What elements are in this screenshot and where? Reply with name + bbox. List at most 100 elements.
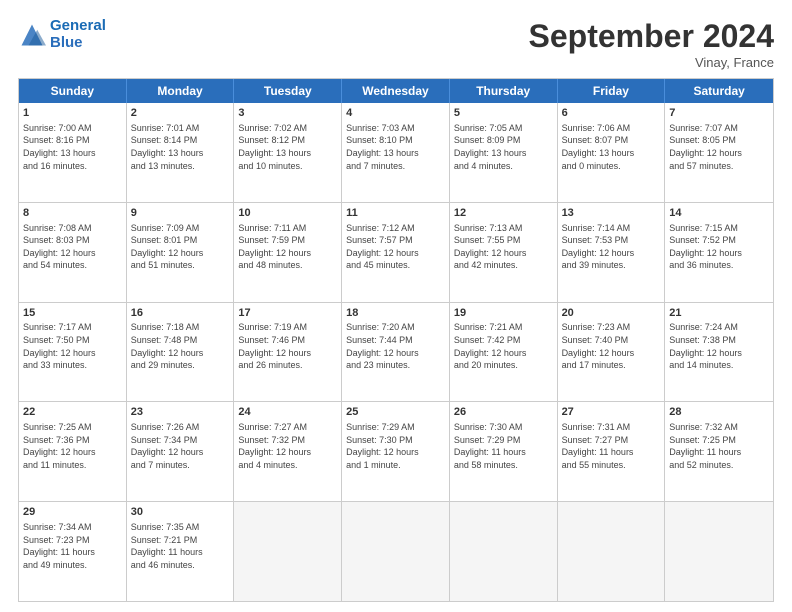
calendar-cell-2-3: 18Sunrise: 7:20 AM Sunset: 7:44 PM Dayli… (342, 303, 450, 402)
cell-info: Sunrise: 7:12 AM Sunset: 7:57 PM Dayligh… (346, 222, 445, 272)
calendar-cell-2-0: 15Sunrise: 7:17 AM Sunset: 7:50 PM Dayli… (19, 303, 127, 402)
calendar-cell-3-1: 23Sunrise: 7:26 AM Sunset: 7:34 PM Dayli… (127, 402, 235, 501)
title-block: September 2024 Vinay, France (529, 18, 774, 70)
calendar-cell-3-6: 28Sunrise: 7:32 AM Sunset: 7:25 PM Dayli… (665, 402, 773, 501)
calendar-cell-3-4: 26Sunrise: 7:30 AM Sunset: 7:29 PM Dayli… (450, 402, 558, 501)
calendar-body: 1Sunrise: 7:00 AM Sunset: 8:16 PM Daylig… (19, 103, 773, 601)
day-number: 7 (669, 106, 769, 121)
logo-line2: Blue (50, 34, 83, 51)
calendar-cell-1-0: 8Sunrise: 7:08 AM Sunset: 8:03 PM Daylig… (19, 203, 127, 302)
calendar-cell-2-5: 20Sunrise: 7:23 AM Sunset: 7:40 PM Dayli… (558, 303, 666, 402)
day-number: 23 (131, 405, 230, 420)
day-number: 24 (238, 405, 337, 420)
day-number: 29 (23, 505, 122, 520)
cell-info: Sunrise: 7:32 AM Sunset: 7:25 PM Dayligh… (669, 421, 769, 471)
day-number: 14 (669, 206, 769, 221)
cell-info: Sunrise: 7:11 AM Sunset: 7:59 PM Dayligh… (238, 222, 337, 272)
cell-info: Sunrise: 7:02 AM Sunset: 8:12 PM Dayligh… (238, 122, 337, 172)
cell-info: Sunrise: 7:00 AM Sunset: 8:16 PM Dayligh… (23, 122, 122, 172)
day-number: 25 (346, 405, 445, 420)
cell-info: Sunrise: 7:14 AM Sunset: 7:53 PM Dayligh… (562, 222, 661, 272)
calendar-cell-0-5: 6Sunrise: 7:06 AM Sunset: 8:07 PM Daylig… (558, 103, 666, 202)
cell-info: Sunrise: 7:31 AM Sunset: 7:27 PM Dayligh… (562, 421, 661, 471)
cell-info: Sunrise: 7:34 AM Sunset: 7:23 PM Dayligh… (23, 521, 122, 571)
day-number: 18 (346, 306, 445, 321)
header-monday: Monday (127, 79, 235, 103)
cell-info: Sunrise: 7:07 AM Sunset: 8:05 PM Dayligh… (669, 122, 769, 172)
header: General Blue September 2024 Vinay, Franc… (18, 18, 774, 70)
header-wednesday: Wednesday (342, 79, 450, 103)
day-number: 5 (454, 106, 553, 121)
cell-info: Sunrise: 7:35 AM Sunset: 7:21 PM Dayligh… (131, 521, 230, 571)
calendar-cell-4-1: 30Sunrise: 7:35 AM Sunset: 7:21 PM Dayli… (127, 502, 235, 601)
calendar-cell-1-3: 11Sunrise: 7:12 AM Sunset: 7:57 PM Dayli… (342, 203, 450, 302)
calendar-cell-3-2: 24Sunrise: 7:27 AM Sunset: 7:32 PM Dayli… (234, 402, 342, 501)
day-number: 12 (454, 206, 553, 221)
calendar-cell-1-2: 10Sunrise: 7:11 AM Sunset: 7:59 PM Dayli… (234, 203, 342, 302)
cell-info: Sunrise: 7:13 AM Sunset: 7:55 PM Dayligh… (454, 222, 553, 272)
calendar-cell-3-5: 27Sunrise: 7:31 AM Sunset: 7:27 PM Dayli… (558, 402, 666, 501)
calendar-cell-0-1: 2Sunrise: 7:01 AM Sunset: 8:14 PM Daylig… (127, 103, 235, 202)
calendar-cell-2-6: 21Sunrise: 7:24 AM Sunset: 7:38 PM Dayli… (665, 303, 773, 402)
cell-info: Sunrise: 7:17 AM Sunset: 7:50 PM Dayligh… (23, 321, 122, 371)
header-saturday: Saturday (665, 79, 773, 103)
calendar-cell-1-4: 12Sunrise: 7:13 AM Sunset: 7:55 PM Dayli… (450, 203, 558, 302)
day-number: 30 (131, 505, 230, 520)
calendar-cell-4-2 (234, 502, 342, 601)
calendar-cell-0-0: 1Sunrise: 7:00 AM Sunset: 8:16 PM Daylig… (19, 103, 127, 202)
calendar-header: Sunday Monday Tuesday Wednesday Thursday… (19, 79, 773, 103)
cell-info: Sunrise: 7:24 AM Sunset: 7:38 PM Dayligh… (669, 321, 769, 371)
cell-info: Sunrise: 7:29 AM Sunset: 7:30 PM Dayligh… (346, 421, 445, 471)
calendar-cell-4-6 (665, 502, 773, 601)
header-friday: Friday (558, 79, 666, 103)
day-number: 26 (454, 405, 553, 420)
day-number: 20 (562, 306, 661, 321)
calendar-row-3: 22Sunrise: 7:25 AM Sunset: 7:36 PM Dayli… (19, 401, 773, 501)
calendar-cell-4-3 (342, 502, 450, 601)
day-number: 13 (562, 206, 661, 221)
location: Vinay, France (529, 55, 774, 70)
day-number: 3 (238, 106, 337, 121)
calendar-cell-1-1: 9Sunrise: 7:09 AM Sunset: 8:01 PM Daylig… (127, 203, 235, 302)
calendar-cell-4-4 (450, 502, 558, 601)
page: General Blue September 2024 Vinay, Franc… (0, 0, 792, 612)
day-number: 22 (23, 405, 122, 420)
day-number: 9 (131, 206, 230, 221)
cell-info: Sunrise: 7:30 AM Sunset: 7:29 PM Dayligh… (454, 421, 553, 471)
calendar-cell-2-4: 19Sunrise: 7:21 AM Sunset: 7:42 PM Dayli… (450, 303, 558, 402)
month-title: September 2024 (529, 18, 774, 55)
day-number: 6 (562, 106, 661, 121)
cell-info: Sunrise: 7:26 AM Sunset: 7:34 PM Dayligh… (131, 421, 230, 471)
header-tuesday: Tuesday (234, 79, 342, 103)
calendar-row-4: 29Sunrise: 7:34 AM Sunset: 7:23 PM Dayli… (19, 501, 773, 601)
day-number: 28 (669, 405, 769, 420)
day-number: 4 (346, 106, 445, 121)
cell-info: Sunrise: 7:03 AM Sunset: 8:10 PM Dayligh… (346, 122, 445, 172)
cell-info: Sunrise: 7:25 AM Sunset: 7:36 PM Dayligh… (23, 421, 122, 471)
calendar-cell-1-5: 13Sunrise: 7:14 AM Sunset: 7:53 PM Dayli… (558, 203, 666, 302)
day-number: 2 (131, 106, 230, 121)
day-number: 15 (23, 306, 122, 321)
logo: General Blue (18, 18, 106, 51)
cell-info: Sunrise: 7:19 AM Sunset: 7:46 PM Dayligh… (238, 321, 337, 371)
day-number: 11 (346, 206, 445, 221)
calendar-cell-2-1: 16Sunrise: 7:18 AM Sunset: 7:48 PM Dayli… (127, 303, 235, 402)
cell-info: Sunrise: 7:08 AM Sunset: 8:03 PM Dayligh… (23, 222, 122, 272)
calendar-row-2: 15Sunrise: 7:17 AM Sunset: 7:50 PM Dayli… (19, 302, 773, 402)
cell-info: Sunrise: 7:06 AM Sunset: 8:07 PM Dayligh… (562, 122, 661, 172)
cell-info: Sunrise: 7:21 AM Sunset: 7:42 PM Dayligh… (454, 321, 553, 371)
logo-line1: General (50, 17, 106, 34)
day-number: 8 (23, 206, 122, 221)
calendar-cell-1-6: 14Sunrise: 7:15 AM Sunset: 7:52 PM Dayli… (665, 203, 773, 302)
logo-text: General Blue (50, 18, 106, 51)
day-number: 21 (669, 306, 769, 321)
calendar: Sunday Monday Tuesday Wednesday Thursday… (18, 78, 774, 602)
header-thursday: Thursday (450, 79, 558, 103)
cell-info: Sunrise: 7:15 AM Sunset: 7:52 PM Dayligh… (669, 222, 769, 272)
calendar-cell-3-0: 22Sunrise: 7:25 AM Sunset: 7:36 PM Dayli… (19, 402, 127, 501)
cell-info: Sunrise: 7:05 AM Sunset: 8:09 PM Dayligh… (454, 122, 553, 172)
day-number: 17 (238, 306, 337, 321)
calendar-cell-2-2: 17Sunrise: 7:19 AM Sunset: 7:46 PM Dayli… (234, 303, 342, 402)
cell-info: Sunrise: 7:09 AM Sunset: 8:01 PM Dayligh… (131, 222, 230, 272)
day-number: 19 (454, 306, 553, 321)
